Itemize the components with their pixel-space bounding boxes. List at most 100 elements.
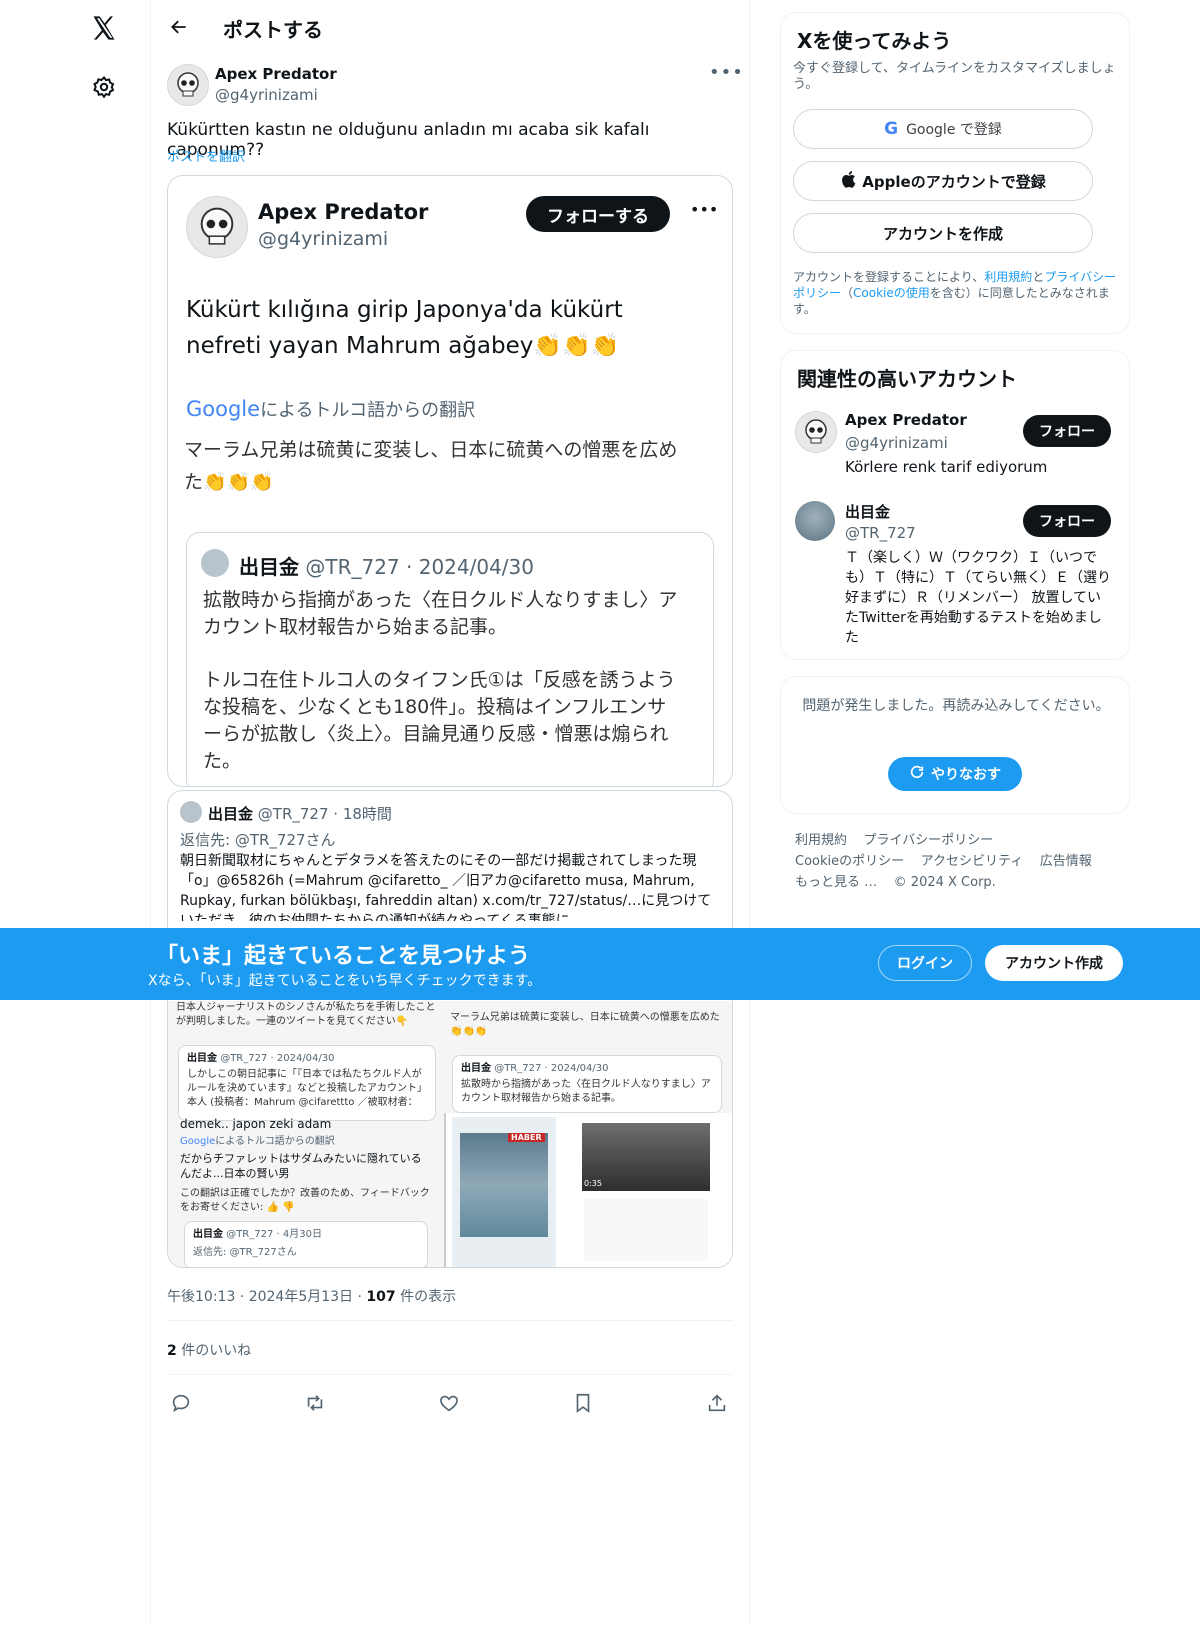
collage-left-b-name: 出目金 [193, 1229, 223, 1240]
likes-count: 2 [167, 1343, 177, 1359]
quoted-line-2: トルコ在住トルコ人のタイフン氏①は「反感を誘うような投稿を、少なくとも180件」… [203, 669, 676, 772]
google-signup-button[interactable]: G Google で登録 [793, 109, 1093, 149]
likes-label: 件のいいね [181, 1343, 252, 1359]
related-follow-button-2[interactable]: フォロー [1023, 505, 1111, 537]
back-arrow-icon[interactable] [155, 3, 203, 51]
embedded-image[interactable]: Apex Predator @g4yrinizami フォローする ••• Kü… [167, 175, 733, 787]
collage: 日本人ジャーナリストのシノさんが私たちを手術したことが判明しました。一連のツイー… [168, 1001, 732, 1267]
collage-left-q-name: 出目金 [187, 1053, 217, 1064]
create-account-button[interactable]: アカウントを作成 [793, 213, 1093, 253]
banner-title: 「いま」起きていることを見つけよう [156, 944, 531, 969]
collage-left-google: Googleによるトルコ語からの翻訳 [180, 1135, 335, 1149]
like-heart-icon[interactable] [429, 1383, 469, 1423]
related-bio-2: Ｔ（楽しく）Ｗ（ワクワク）Ｉ（いつでも）Ｔ（特に）Ｔ（てらい無く）Ｅ（選り好まず… [845, 550, 1111, 646]
x-logo-icon[interactable] [80, 4, 128, 52]
collage-left-quote-header: 出目金 @TR_727 · 2024/04/30 [187, 1052, 335, 1066]
related-title: 関連性の高いアカウント [797, 367, 1017, 391]
collage-left-b-reply: 返信先: @TR_727さん [193, 1247, 297, 1258]
tweet-meta: 午後10:13 · 2024年5月13日 · 107 件の表示 [167, 1286, 456, 1306]
collage-left-trans: だからチファレットはサダムみたいに隠れているんだよ...日本の賢い男 [180, 1152, 422, 1180]
cookie-link[interactable]: Cookieの使用 [853, 286, 930, 300]
tweet-text: Kükürtten kastın ne olduğunu anladın mı … [167, 120, 650, 160]
collage-right-q-meta: @TR_727 · 2024/04/30 [494, 1063, 609, 1074]
related-avatar-1[interactable] [795, 411, 837, 453]
related-name-2[interactable]: 出目金 [845, 501, 890, 522]
divider [167, 1374, 733, 1375]
related-handle-1[interactable]: @g4yrinizami [845, 434, 948, 452]
divider [167, 1320, 733, 1321]
collage-left-q-meta: @TR_727 · 2024/04/30 [220, 1053, 335, 1064]
google-translate-label: Googleによるトルコ語からの翻訳 [186, 396, 475, 422]
footer-link-cookie[interactable]: Cookieのポリシー [795, 854, 904, 869]
banner-signup-button[interactable]: アカウント作成 [985, 945, 1123, 981]
collage-left-cut: demek.. japon zeki adam [180, 1117, 332, 1131]
translate-post-link[interactable]: ポストを翻訳 [167, 146, 245, 165]
collage-left-bottom-quote: 出目金 @TR_727 · 4月30日 返信先: @TR_727さん [184, 1221, 428, 1267]
collage-right-q-text: 拡散時から指摘があった〈在日クルド人なりすまし〉アカウント取材報告から始まる記事… [461, 1079, 711, 1104]
quoted-line-1: 拡散時から指摘があった〈在日クルド人なりすまし〉アカウント取材報告から始まる記事… [203, 589, 678, 638]
author-avatar[interactable] [167, 64, 209, 106]
related-name-1[interactable]: Apex Predator [845, 411, 967, 429]
collage-nested-quote [584, 1199, 708, 1261]
reply-screenshot-image[interactable]: 出目金 @TR_727 · 18時間 返信先: @TR_727さん 朝日新聞取材… [167, 790, 733, 1268]
embedded-translation: マーラム兄弟は硫黄に変装し、日本に硫黄への憎悪を広めた👏👏👏 [184, 439, 678, 493]
related-bio-1: Körlere renk tarif ediyorum [845, 458, 1048, 476]
reply-header: 出目金 @TR_727 · 18時間 [208, 803, 392, 824]
related-avatar-2[interactable] [795, 501, 835, 541]
error-message: 問題が発生しました。再読み込みしてください。 [802, 698, 1110, 714]
login-button[interactable]: ログイン [878, 945, 972, 981]
footer-link-privacy[interactable]: プライバシーポリシー [864, 833, 994, 848]
repost-icon[interactable] [295, 1383, 335, 1423]
collage-right-q-name: 出目金 [461, 1063, 491, 1074]
collage-left-b-meta: @TR_727 · 4月30日 [226, 1229, 322, 1240]
signup-title: Xを使ってみよう [797, 29, 952, 53]
error-box: 問題が発生しました。再読み込みしてください。 やりなおす [780, 676, 1130, 814]
settings-gear-icon[interactable] [80, 63, 128, 111]
related-handle-2[interactable]: @TR_727 [845, 524, 916, 542]
apple-signup-label: Appleのアカウントで登録 [862, 172, 1046, 191]
collage-right-quote: 出目金 @TR_727 · 2024/04/30 拡散時から指摘があった〈在日ク… [452, 1055, 722, 1113]
collage-left-q-text: しかしこの朝日記事に「『日本では私たちクルド人がルールを決めています』などと投稿… [187, 1069, 427, 1108]
more-options-icon[interactable]: ••• [709, 62, 744, 83]
embedded-avatar [186, 196, 248, 258]
collage-right-q-header: 出目金 @TR_727 · 2024/04/30 [461, 1062, 609, 1076]
quoted-header: 出目金 @TR_727 · 2024/04/30 [239, 551, 534, 580]
tweet-timestamp[interactable]: 午後10:13 · 2024年5月13日 · [167, 1289, 362, 1305]
share-icon[interactable] [697, 1383, 737, 1423]
page-title: ポストする [223, 18, 323, 42]
google-logo: Google [186, 397, 261, 421]
apple-icon [840, 170, 856, 192]
views-count: 107 [366, 1289, 396, 1305]
reply-to: 返信先: @TR_727さん [180, 831, 336, 849]
footer-link-terms[interactable]: 利用規約 [795, 833, 847, 848]
signup-banner: 「いま」起きていることを見つけよう Xなら、「いま」起きていることをいち早くチェ… [0, 928, 1200, 1000]
footer-links: 利用規約 プライバシーポリシー Cookieのポリシー アクセシビリティ 広告情… [795, 830, 1125, 893]
embedded-more-icon: ••• [690, 200, 719, 219]
reply-icon[interactable] [161, 1383, 201, 1423]
related-follow-button-1[interactable]: フォロー [1023, 415, 1111, 447]
bookmark-icon[interactable] [563, 1383, 603, 1423]
footer-link-more[interactable]: もっと見る … [795, 875, 877, 890]
collage-video-thumb-2: 0:35 [582, 1123, 710, 1191]
quoted-name: 出目金 [239, 555, 299, 579]
collage-video-time: 0:35 [584, 1179, 602, 1188]
author-handle[interactable]: @g4yrinizami [215, 86, 318, 104]
reply-name: 出目金 [208, 805, 254, 823]
retry-label: やりなおす [931, 767, 1001, 783]
likes-row[interactable]: 2 件のいいね [167, 1340, 251, 1360]
signup-legal: アカウントを登録することにより、利用規約とプライバシーポリシー（Cookieの使… [793, 270, 1117, 316]
signup-box: Xを使ってみよう 今すぐ登録して、タイムラインをカスタマイズしましょう。 G G… [780, 12, 1130, 334]
collage-right-top: マーラム兄弟は硫黄に変装し、日本に硫黄への憎悪を広めた👏👏👏 [450, 1012, 720, 1037]
embedded-author-handle: @g4yrinizami [258, 228, 389, 250]
retry-button[interactable]: やりなおす [888, 757, 1022, 791]
collage-right-images: HABER 0:35 [444, 1113, 732, 1267]
apple-signup-button[interactable]: Appleのアカウントで登録 [793, 161, 1093, 201]
footer-link-ads[interactable]: 広告情報 [1040, 854, 1092, 869]
refresh-icon [909, 764, 925, 784]
terms-link[interactable]: 利用規約 [984, 270, 1032, 284]
embedded-author-name: Apex Predator [258, 200, 429, 224]
collage-google-logo: Google [180, 1136, 216, 1147]
embedded-quoted-tweet: 出目金 @TR_727 · 2024/04/30 拡散時から指摘があった〈在日ク… [186, 532, 714, 786]
author-name[interactable]: Apex Predator [215, 65, 337, 83]
footer-link-accessibility[interactable]: アクセシビリティ [921, 854, 1024, 869]
